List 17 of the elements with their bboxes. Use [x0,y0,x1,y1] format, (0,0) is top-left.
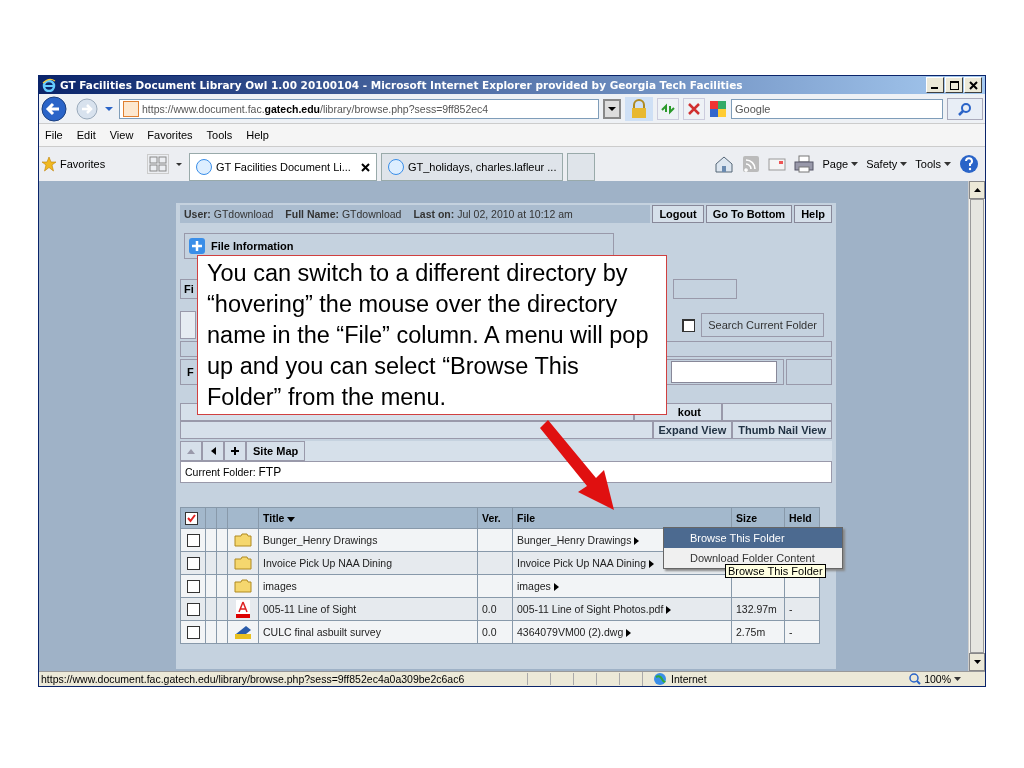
filter-label: Fi [184,283,194,295]
field-label: F [187,366,194,378]
title-cell: Bunger_Henry Drawings [258,528,478,552]
title-cell: images [258,574,478,598]
full-name-label: Full Name: GTdownload [285,208,402,220]
file-information-label: File Information [211,240,294,252]
callout-tooltip: You can switch to a different directory by “hovering” the mouse over the directory name in the “File” column. A menu will pop up and you can select “Browse This Folder” from the menu. [197,255,667,415]
tooltip: Browse This Folder [725,564,826,578]
security-zone: Internet [671,673,707,685]
title-cell: 005-11 Line of Sight [258,597,478,621]
user-label: User: GTdownload [184,208,274,220]
title-cell: Invoice Pick Up NAA Dining [258,551,478,575]
window-title: GT Facilities Document Library Owl 1.00 20100104 - Microsoft Internet Explorer provided by Georgia Tech Facilities [60,79,744,91]
title-cell: CULC final asbuilt survey [258,620,478,644]
last-on-label: Last on: Jul 02, 2010 at 10:12 am [413,208,573,220]
current-folder-label: Current Folder: FTP [185,465,282,479]
status-url: https://www.document.fac.gatech.edu/library/browse.php?sess=9ff852ec4a0a309be2c6ac6 [40,673,466,685]
